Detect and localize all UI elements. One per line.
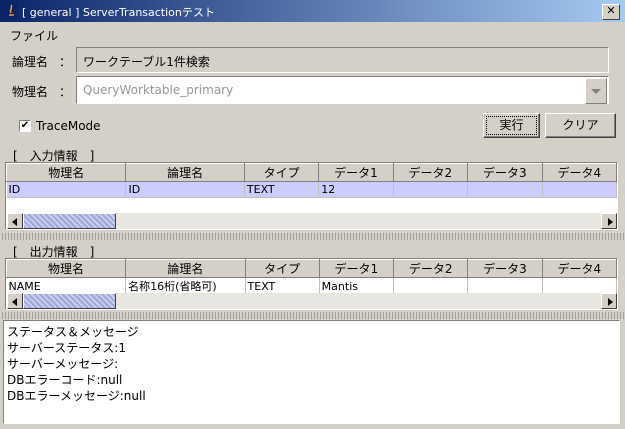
input-col-header[interactable]: データ1 <box>318 163 394 182</box>
close-button[interactable]: ✕ <box>602 4 620 20</box>
logical-name-label: 論理名 <box>12 55 49 69</box>
output-table-grid: 物理名 論理名 タイプ データ1 データ2 データ3 データ4 NAME 名称1… <box>6 259 617 295</box>
title-bar[interactable]: [ general ] ServerTransactionテスト ✕ <box>0 0 625 22</box>
arrow-right-icon <box>608 218 613 226</box>
output-table-row[interactable]: NAME 名称16桁(省略可) TEXT Mantis <box>6 277 617 295</box>
scroll-thumb[interactable] <box>23 213 116 229</box>
physical-name-value: QueryWorktable_primary <box>83 83 234 97</box>
chevron-down-icon <box>591 89 601 94</box>
menu-file[interactable]: ファイル <box>10 27 58 44</box>
table-cell[interactable] <box>467 277 543 295</box>
output-col-header[interactable]: 論理名 <box>125 259 246 278</box>
table-cell[interactable] <box>467 181 543 198</box>
scroll-right-arrow[interactable] <box>601 213 617 229</box>
message-line: サーバーメッセージ: <box>7 357 119 371</box>
table-cell[interactable]: Mantis <box>319 277 394 295</box>
message-line: DBエラーメッセージ:null <box>7 389 146 403</box>
table-cell[interactable]: TEXT <box>245 277 320 295</box>
window-title: [ general ] ServerTransactionテスト <box>22 6 215 19</box>
table-cell[interactable] <box>393 181 469 198</box>
physical-name-label: 物理名 <box>12 85 49 99</box>
output-col-header[interactable]: データ2 <box>392 259 469 278</box>
splitter-input-output[interactable] <box>0 233 625 240</box>
tracemode-label[interactable]: TraceMode <box>36 119 101 133</box>
output-table: 物理名 論理名 タイプ データ1 データ2 データ3 データ4 NAME 名称1… <box>5 258 618 310</box>
physical-name-combo[interactable]: QueryWorktable_primary <box>76 76 609 104</box>
physical-name-colon: ： <box>59 85 72 99</box>
arrow-left-icon <box>12 298 17 306</box>
table-cell[interactable]: NAME <box>6 277 127 295</box>
scroll-left-arrow[interactable] <box>7 213 23 229</box>
message-line: DBエラーコード:null <box>7 373 123 387</box>
combo-dropdown-button[interactable] <box>585 78 607 104</box>
output-horizontal-scrollbar[interactable] <box>7 293 617 309</box>
input-table: 物理名 論理名 タイプ データ1 データ2 データ3 データ4 ID ID TE… <box>5 162 618 230</box>
input-col-header[interactable]: データ3 <box>467 163 543 182</box>
table-cell[interactable]: 12 <box>318 181 394 198</box>
table-cell[interactable]: ID <box>125 181 245 198</box>
table-cell[interactable]: 名称16桁(省略可) <box>125 277 246 295</box>
scroll-thumb[interactable] <box>23 293 116 309</box>
arrow-left-icon <box>12 218 17 226</box>
output-col-header[interactable]: データ4 <box>541 259 617 278</box>
table-cell[interactable] <box>542 181 617 198</box>
menu-bar: ファイル <box>0 24 625 44</box>
input-col-header[interactable]: タイプ <box>243 163 320 182</box>
input-col-header[interactable]: 論理名 <box>125 163 245 182</box>
message-line: サーバーステータス:1 <box>7 341 126 355</box>
logical-name-colon: ： <box>59 55 72 69</box>
splitter-output-message[interactable] <box>0 312 625 319</box>
table-cell[interactable]: TEXT <box>244 181 320 198</box>
logical-name-field: ワークテーブル1件検索 <box>76 47 609 73</box>
message-line: ステータス＆メッセージ <box>7 325 139 339</box>
clear-button[interactable]: クリア <box>545 113 616 138</box>
scroll-left-arrow[interactable] <box>7 293 23 309</box>
java-app-icon <box>4 3 18 19</box>
output-col-header[interactable]: タイプ <box>244 259 320 278</box>
logical-name-value: ワークテーブル1件検索 <box>83 55 210 69</box>
input-col-header[interactable]: データ2 <box>392 163 469 182</box>
table-cell[interactable] <box>393 277 469 295</box>
message-area[interactable]: ステータス＆メッセージ サーバーステータス:1 サーバーメッセージ: DBエラー… <box>3 320 620 424</box>
tracemode-checkbox[interactable]: ✔ <box>19 120 31 132</box>
input-table-row[interactable]: ID ID TEXT 12 <box>6 181 617 198</box>
table-cell[interactable]: ID <box>6 181 127 198</box>
arrow-right-icon <box>608 298 613 306</box>
execute-button[interactable]: 実行 <box>483 113 540 138</box>
input-horizontal-scrollbar[interactable] <box>7 213 617 229</box>
input-col-header[interactable]: 物理名 <box>6 163 127 182</box>
input-col-header[interactable]: データ4 <box>541 163 617 182</box>
output-col-header[interactable]: データ1 <box>318 259 394 278</box>
scroll-right-arrow[interactable] <box>601 293 617 309</box>
input-table-grid: 物理名 論理名 タイプ データ1 データ2 データ3 データ4 ID ID TE… <box>6 163 617 198</box>
output-col-header[interactable]: データ3 <box>467 259 543 278</box>
output-col-header[interactable]: 物理名 <box>6 259 127 278</box>
table-cell[interactable] <box>542 277 617 295</box>
